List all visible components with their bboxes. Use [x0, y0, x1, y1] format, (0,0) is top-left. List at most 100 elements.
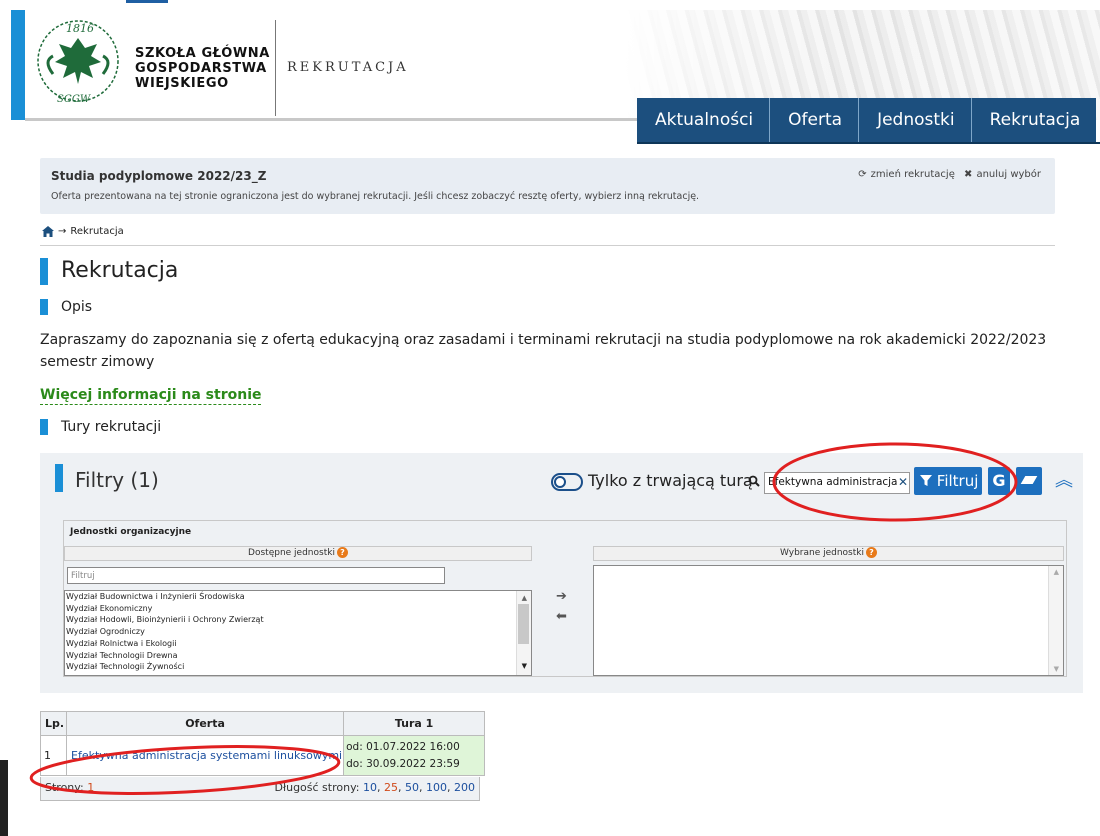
filter-button-label: Filtruj: [936, 472, 979, 490]
scrollbar[interactable]: ▲ ▼: [516, 591, 531, 675]
units-filter-input[interactable]: Filtruj: [67, 567, 445, 584]
page-length-option[interactable]: 10: [363, 781, 377, 794]
selected-units-list[interactable]: ▲ ▼: [593, 565, 1064, 676]
breadcrumb: → Rekrutacja: [42, 226, 124, 237]
scrollbar[interactable]: ▲ ▼: [1048, 566, 1063, 675]
page-length-option[interactable]: 25: [384, 781, 398, 794]
nav-item-units[interactable]: Jednostki: [858, 98, 971, 142]
clear-search-icon[interactable]: ✕: [898, 475, 908, 489]
left-edge-overlay: [0, 760, 8, 836]
column-header-round: Tura 1: [343, 711, 486, 736]
scroll-up-icon[interactable]: ▲: [522, 593, 527, 605]
pages-label: Strony:: [45, 781, 84, 794]
selected-units-header: Wybrane jednostki?: [593, 546, 1064, 561]
search-icon: [748, 475, 760, 490]
header-bottom-line: [25, 118, 637, 121]
page-length-option[interactable]: 50: [405, 781, 419, 794]
list-item[interactable]: Wydział Hodowli, Bioinżynierii i Ochrony…: [66, 614, 531, 626]
emblem-year: 1816: [66, 22, 94, 35]
selected-units-label: Wybrane jednostki: [780, 548, 864, 558]
rounds-accent-bar: [40, 419, 48, 435]
nav-item-recruitment[interactable]: Rekrutacja: [970, 98, 1097, 142]
university-name[interactable]: SZKOŁA GŁÓWNA GOSPODARSTWA WIEJSKIEGO: [135, 46, 270, 91]
cancel-selection-link[interactable]: anuluj wybór: [976, 169, 1041, 180]
available-units-list[interactable]: Wydział Budownictwa i Inżynierii Środowi…: [64, 590, 532, 676]
scrollbar-thumb[interactable]: [518, 604, 529, 644]
more-info-link[interactable]: Więcej informacji na stronie: [40, 387, 262, 405]
page-length-option[interactable]: 200: [454, 781, 475, 794]
header-accent-bar: [11, 10, 25, 120]
university-name-line: SZKOŁA GŁÓWNA: [135, 46, 270, 61]
university-name-line: GOSPODARSTWA: [135, 61, 267, 76]
nav-item-news[interactable]: Aktualności: [637, 98, 769, 142]
list-item[interactable]: Wydział Rolnictwa i Ekologii: [66, 638, 531, 650]
organizational-units-box: Jednostki organizacyjne Dostępne jednost…: [63, 520, 1067, 677]
table-row: 1 Efektywna administracja systemami linu…: [40, 735, 486, 776]
context-actions: ⟳ zmień rekrutację ✖ anuluj wybór: [854, 169, 1041, 180]
table-header-row: Lp. Oferta Tura 1: [40, 711, 486, 736]
round-start: od: 01.07.2022 16:00: [346, 740, 460, 753]
offers-table: Lp. Oferta Tura 1 1 Efektywna administra…: [40, 711, 486, 776]
search-input[interactable]: Efektywna administracja: [764, 472, 910, 494]
available-units-header: Dostępne jednostki?: [64, 546, 532, 561]
intro-text: Zapraszamy do zapoznania się z ofertą ed…: [40, 332, 1047, 370]
description-heading: Opis: [61, 299, 93, 315]
main-navigation: Aktualności Oferta Jednostki Rekrutacja: [637, 98, 1097, 142]
context-title: Studia podyplomowe 2022/23_Z: [51, 169, 267, 183]
scroll-down-icon[interactable]: ▼: [1054, 665, 1059, 673]
top-strip-mark: [126, 0, 168, 3]
help-icon[interactable]: ?: [866, 547, 877, 558]
filter-button[interactable]: Filtruj: [914, 467, 982, 495]
recruitment-context-box: Studia podyplomowe 2022/23_Z Oferta prez…: [40, 158, 1055, 214]
pages-info: Strony: 1: [45, 777, 94, 799]
breadcrumb-arrow: →: [58, 226, 67, 237]
page-length-option[interactable]: 100: [426, 781, 447, 794]
list-item[interactable]: Wydział Ogrodniczy: [66, 626, 531, 638]
home-icon[interactable]: [42, 226, 54, 237]
context-description: Oferta prezentowana na tej stronie ogran…: [51, 191, 700, 202]
ongoing-round-label[interactable]: Tylko z trwającą turą: [588, 471, 753, 490]
filters-panel: Filtry (1) Tylko z trwającą turą Efektyw…: [40, 453, 1083, 693]
toggle-knob: [554, 476, 566, 488]
refresh-icon: ⟳: [858, 169, 867, 180]
filters-title: Filtry (1): [75, 468, 159, 492]
scroll-down-icon[interactable]: ▼: [522, 661, 527, 673]
rounds-heading: Tury rekrutacji: [61, 419, 162, 435]
help-icon[interactable]: ?: [336, 547, 348, 558]
page-link-current[interactable]: 1: [87, 781, 94, 794]
offer-link[interactable]: Efektywna administracja systemami linuks…: [65, 735, 345, 776]
sggw-logo-emblem[interactable]: 1816 SGGW: [33, 16, 123, 106]
google-button[interactable]: G: [988, 467, 1010, 495]
list-item[interactable]: Wydział Ekonomiczny: [66, 603, 531, 615]
list-item[interactable]: Wydział Technologii Drewna: [66, 650, 531, 662]
list-item[interactable]: Wydział Budownictwa i Inżynierii Środowi…: [66, 591, 531, 603]
breadcrumb-divider: [40, 245, 1055, 246]
description-accent-bar: [40, 299, 48, 315]
page-length-label: Długość strony:: [274, 781, 360, 794]
units-box-label: Jednostki organizacyjne: [70, 527, 192, 537]
breadcrumb-current: Rekrutacja: [70, 226, 124, 237]
page-length-selector: Długość strony: 10, 25, 50, 100, 200: [274, 781, 476, 794]
title-accent-bar: [40, 258, 48, 285]
section-name[interactable]: REKRUTACJA: [287, 60, 409, 75]
column-header-lp: Lp.: [40, 711, 67, 736]
nav-item-offer[interactable]: Oferta: [769, 98, 858, 142]
funnel-icon: [920, 475, 932, 486]
cell-lp: 1: [40, 735, 67, 776]
available-units-label: Dostępne jednostki: [248, 548, 335, 558]
top-strip: [0, 0, 1100, 10]
ongoing-round-toggle[interactable]: [551, 473, 583, 491]
page-title: Rekrutacja: [61, 258, 179, 283]
filters-accent-bar: [55, 464, 63, 492]
emblem-abbr: SGGW: [57, 94, 91, 105]
collapse-chevron-icon[interactable]: ︽: [1053, 467, 1075, 495]
change-recruitment-link[interactable]: zmień rekrutację: [871, 169, 955, 180]
close-icon: ✖: [964, 169, 973, 180]
table-pager: Strony: 1 Długość strony: 10, 25, 50, 10…: [40, 777, 480, 801]
eraser-button[interactable]: [1016, 467, 1042, 495]
move-right-icon[interactable]: ➔: [556, 589, 567, 604]
scroll-up-icon[interactable]: ▲: [1054, 568, 1059, 576]
column-header-offer: Oferta: [65, 711, 345, 736]
list-item[interactable]: Wydział Technologii Żywności: [66, 661, 531, 673]
move-left-icon[interactable]: ⬅: [556, 609, 567, 624]
